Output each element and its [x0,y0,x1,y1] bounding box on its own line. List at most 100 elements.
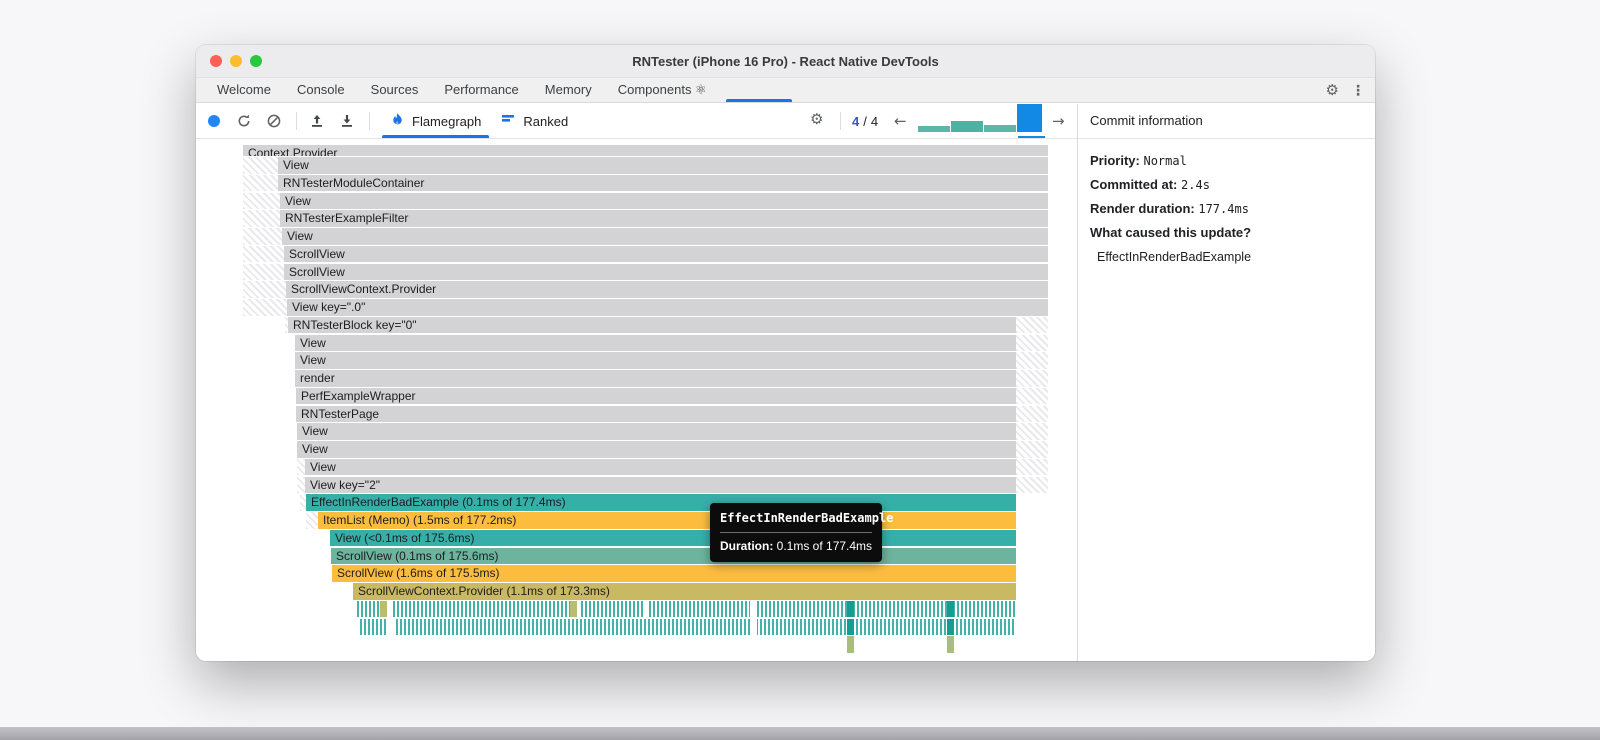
flame-bar-label: View [300,335,326,350]
commit-bar-3[interactable] [984,125,1017,132]
flame-bar-label: ScrollView [289,246,345,261]
tab-profiler-selected[interactable] [720,78,798,102]
clear-profiling-icon[interactable] [264,111,284,131]
flame-bar-label: EffectInRenderBadExample (0.1ms of 177.4… [311,495,566,510]
flame-bar[interactable]: View [297,441,1016,458]
flame-row: RNTesterBlock key="0" [196,316,1077,334]
commit-bar-4-selected[interactable] [1017,104,1042,132]
flame-bar[interactable]: PerfExampleWrapper [296,387,1016,405]
flame-bar-label: RNTesterPage [301,406,380,421]
flame-bar-label: View [310,459,336,474]
flame-bar[interactable]: ScrollView [284,245,1048,263]
commit-info-header: Commit information [1078,104,1375,139]
flame-bar[interactable]: ScrollViewContext.Provider (1.1ms of 173… [353,583,1016,600]
tab-performance[interactable]: Performance [431,78,531,102]
flamegraph-tab-label: Flamegraph [412,113,482,129]
flame-leaf-block[interactable] [947,636,954,653]
toolbar-divider [296,112,297,130]
did-not-render-hatch [243,299,287,316]
flame-micro-bar-dark[interactable] [847,618,854,635]
did-not-render-hatch [243,263,284,280]
flame-bar[interactable]: View (<0.1ms of 175.6ms) [330,529,1016,547]
flame-bar-label: ScrollView [289,264,345,279]
upload-profile-icon[interactable] [307,111,327,131]
flame-bar[interactable]: ScrollView (1.6ms of 175.5ms) [332,565,1016,582]
settings-gear-icon[interactable]: ⚙ [1326,83,1339,98]
commit-separator: / [863,113,867,129]
flame-bar[interactable]: View [295,334,1016,351]
previous-commit-arrow-icon[interactable]: ← [894,112,907,130]
record-button[interactable] [208,115,220,127]
tab-strip: Welcome Console Sources Performance Memory Co… [204,78,798,102]
reload-and-profile-icon[interactable] [234,111,254,131]
did-not-render-hatch-right [1016,387,1048,405]
flame-bar[interactable]: ScrollViewContext.Provider [286,281,1048,298]
flame-bar[interactable]: Context.Provider [243,145,1048,156]
background-strip [0,727,1600,740]
committed-at-label: Committed at: [1090,177,1178,192]
next-commit-arrow-icon[interactable]: → [1052,112,1065,130]
tooltip-duration-text: 0.1ms of 177.4ms [776,539,873,553]
flamegraph-view-tab[interactable]: Flamegraph [380,104,491,138]
flame-row: View [196,157,1077,174]
tab-sources[interactable]: Sources [358,78,432,102]
flame-leaf-block[interactable] [847,636,854,653]
flame-bar[interactable]: View [295,352,1016,369]
commit-navigator: 4 / 4 [852,104,878,138]
flame-bar-label: View [302,424,328,439]
flame-bar[interactable]: View [282,228,1048,245]
did-not-render-hatch-right [1016,334,1048,351]
commit-bar-2[interactable] [950,121,984,132]
flame-micro-bar-dark[interactable] [947,618,954,635]
flame-micro-bar-dark[interactable] [947,600,954,618]
flame-bar[interactable]: EffectInRenderBadExample (0.1ms of 177.4… [306,494,1016,511]
flame-bar[interactable]: View key=".0" [287,299,1048,316]
flame-micro-bars-row[interactable] [357,600,1016,618]
priority-label: Priority: [1090,153,1140,168]
flame-row: View key=".0" [196,299,1077,316]
flame-micro-bars-row[interactable] [360,618,1016,635]
update-cause-value[interactable]: EffectInRenderBadExample [1090,249,1363,265]
flame-micro-bar-olive[interactable] [380,600,387,618]
tab-memory[interactable]: Memory [532,78,605,102]
window-title: RNTester (iPhone 16 Pro) - React Native … [632,54,939,69]
profiler-settings-gear-icon[interactable]: ⚙ [810,112,823,127]
flame-bar[interactable]: render [295,370,1016,387]
flame-micro-bar-olive[interactable] [570,600,577,618]
flame-bar[interactable]: ScrollView (0.1ms of 175.6ms) [331,547,1016,564]
flame-row [196,618,1077,635]
tab-components[interactable]: Components ⚛ [605,78,720,102]
flame-bar-label: View key="2" [310,477,381,492]
flame-row: render [196,370,1077,387]
flame-bar[interactable]: View [278,157,1048,174]
flame-bar[interactable]: View [280,192,1048,209]
ranked-view-tab[interactable]: Ranked [491,104,578,138]
flame-bar[interactable]: View [297,423,1016,440]
tab-welcome[interactable]: Welcome [204,78,284,102]
flame-bar-label: RNTesterExampleFilter [285,211,409,226]
commit-info-panel: Commit information Priority: Normal Comm… [1077,104,1375,661]
flame-row: ScrollView [196,245,1077,263]
flame-bar-label: ScrollViewContext.Provider [291,282,437,297]
did-not-render-hatch-right [1016,352,1048,369]
flame-bar[interactable]: RNTesterExampleFilter [280,210,1048,227]
flame-bar[interactable]: ScrollView [284,263,1048,280]
flame-bar[interactable]: View key="2" [305,476,1016,493]
flame-bar-label: View [283,158,309,172]
flame-bar[interactable]: RNTesterPage [296,405,1016,422]
flame-bar-label: PerfExampleWrapper [301,388,416,403]
more-options-kebab-icon[interactable]: ⋮ [1351,84,1365,98]
flame-row: View (<0.1ms of 175.6ms) [196,529,1077,547]
download-profile-icon[interactable] [337,111,357,131]
flame-bar[interactable]: RNTesterBlock key="0" [288,316,1016,334]
flame-bar[interactable]: View [305,458,1016,476]
flame-bar[interactable]: ItemList (Memo) (1.5ms of 177.2ms) [318,512,1016,529]
flame-micro-bar-dark[interactable] [847,600,854,618]
devtools-tab-bar: Welcome Console Sources Performance Memory Co… [196,78,1375,103]
flame-bar-label: View [287,229,313,243]
flame-bar-label: View [300,353,326,368]
flame-bar[interactable]: RNTesterModuleContainer [278,174,1048,192]
commit-bar-1[interactable] [918,126,950,132]
flame-row: View [196,352,1077,369]
tab-console[interactable]: Console [284,78,358,102]
